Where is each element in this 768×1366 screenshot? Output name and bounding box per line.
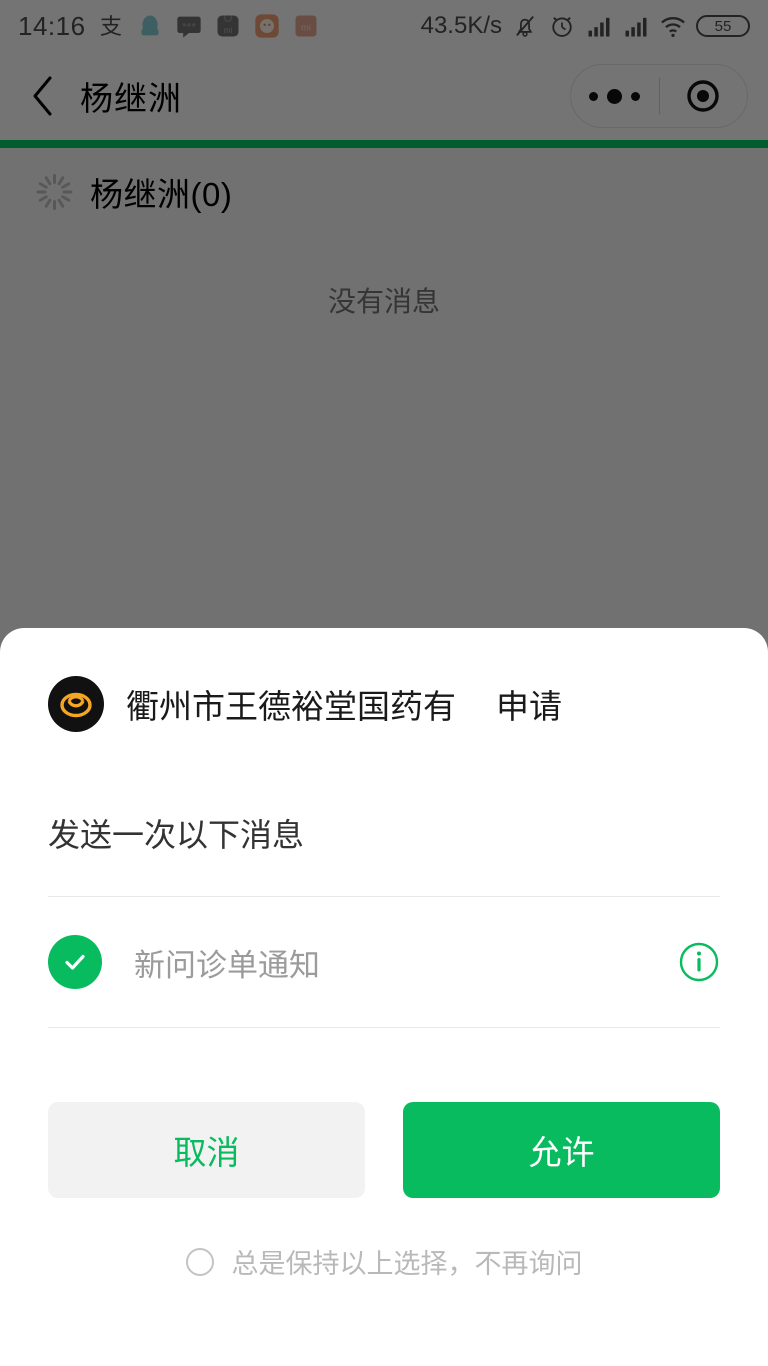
check-mark-icon bbox=[65, 954, 85, 970]
company-logo-icon bbox=[48, 676, 104, 732]
company-logo-glyph bbox=[60, 692, 92, 718]
allow-button[interactable]: 允许 bbox=[403, 1102, 720, 1198]
dialog-header: 衢州市王德裕堂国药有限... 申请 bbox=[48, 628, 720, 732]
dialog-app-name: 衢州市王德裕堂国药有限... bbox=[126, 688, 456, 725]
cancel-button[interactable]: 取消 bbox=[48, 1102, 365, 1198]
info-circle-icon bbox=[679, 942, 719, 982]
dialog-divider-bottom bbox=[48, 1027, 720, 1028]
dialog-action-label: 申请 bbox=[496, 688, 562, 725]
check-circle-icon[interactable] bbox=[48, 935, 102, 989]
always-keep-choice-row[interactable]: 总是保持以上选择，不再询问 bbox=[48, 1242, 720, 1281]
subscribe-message-label: 新问诊单通知 bbox=[134, 947, 320, 983]
subscribe-message-dialog: 衢州市王德裕堂国药有限... 申请 发送一次以下消息 新问诊单通知 取消 允许 … bbox=[0, 628, 768, 1366]
subscribe-message-item[interactable]: 新问诊单通知 bbox=[48, 897, 720, 1027]
always-keep-choice-radio[interactable] bbox=[185, 1247, 214, 1276]
info-button[interactable] bbox=[678, 941, 720, 983]
always-keep-choice-label: 总是保持以上选择，不再询问 bbox=[231, 1249, 583, 1279]
dialog-subtitle: 发送一次以下消息 bbox=[48, 817, 305, 853]
dialog-button-row: 取消 允许 bbox=[48, 1102, 720, 1198]
